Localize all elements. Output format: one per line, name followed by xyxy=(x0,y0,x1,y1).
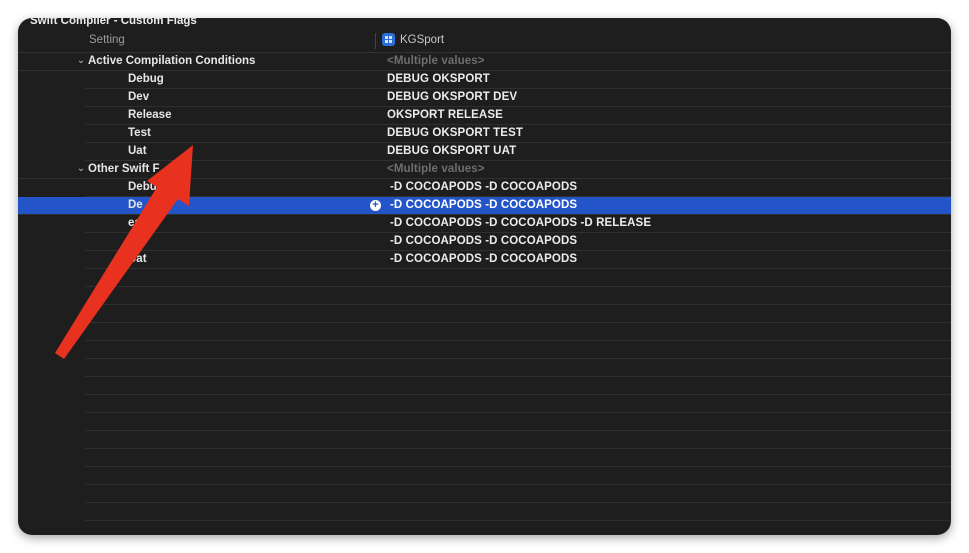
build-settings-window: Swift Compiler - Custom Flags Setting KG… xyxy=(18,18,951,535)
row-value[interactable]: -D COCOAPODS -D COCOAPODS xyxy=(390,199,577,211)
table-row-test[interactable]: Test DEBUG OKSPORT TEST xyxy=(85,125,951,143)
group-title: Active Compilation Conditions xyxy=(88,55,256,67)
row-value[interactable]: DEBUG OKSPORT UAT xyxy=(387,145,516,157)
row-label: ease xyxy=(128,217,154,229)
row-label: est xyxy=(128,235,145,247)
column-header: Setting KGSport xyxy=(18,30,951,53)
table-row-dev[interactable]: Dev DEBUG OKSPORT DEV xyxy=(85,89,951,107)
empty-row xyxy=(85,485,951,503)
section-title: Swift Compiler - Custom Flags xyxy=(30,18,197,27)
table-row-release-flags[interactable]: ease -D COCOAPODS -D COCOAPODS -D RELEAS… xyxy=(85,215,951,233)
row-label: Release xyxy=(128,109,172,121)
table-row-dev-flags-selected[interactable]: De + -D COCOAPODS -D COCOAPODS xyxy=(18,197,951,215)
empty-row xyxy=(85,467,951,485)
table-row-release[interactable]: Release OKSPORT RELEASE xyxy=(85,107,951,125)
table-row-uat-flags[interactable]: Uat -D COCOAPODS -D COCOAPODS xyxy=(85,251,951,269)
group-title: Other Swift F xyxy=(88,163,160,175)
table-row-debug-flags[interactable]: Debu -D COCOAPODS -D COCOAPODS xyxy=(85,179,951,197)
empty-row xyxy=(85,359,951,377)
row-label: Dev xyxy=(128,91,150,103)
group-value[interactable]: <Multiple values> xyxy=(387,55,485,67)
row-value[interactable]: DEBUG OKSPORT xyxy=(387,73,490,85)
column-divider[interactable] xyxy=(375,33,376,49)
group-value[interactable]: <Multiple values> xyxy=(387,163,485,175)
plus-circle-icon[interactable]: + xyxy=(370,200,381,211)
empty-row xyxy=(85,503,951,521)
target-column-header[interactable]: KGSport xyxy=(400,34,444,46)
table-row-uat[interactable]: Uat DEBUG OKSPORT UAT xyxy=(85,143,951,161)
group-row-other-swift-flags[interactable]: ⌄ Other Swift F <Multiple values> xyxy=(18,161,951,179)
row-value[interactable]: -D COCOAPODS -D COCOAPODS xyxy=(390,235,577,247)
empty-row xyxy=(85,413,951,431)
row-value[interactable]: DEBUG OKSPORT TEST xyxy=(387,127,523,139)
empty-row xyxy=(85,449,951,467)
settings-table: ⌄ Active Compilation Conditions <Multipl… xyxy=(18,53,951,521)
group-row-active-compilation-conditions[interactable]: ⌄ Active Compilation Conditions <Multipl… xyxy=(18,53,951,71)
table-row-debug[interactable]: Debug DEBUG OKSPORT xyxy=(85,71,951,89)
empty-row xyxy=(85,323,951,341)
row-value[interactable]: -D COCOAPODS -D COCOAPODS xyxy=(390,253,577,265)
row-value[interactable]: -D COCOAPODS -D COCOAPODS -D RELEASE xyxy=(390,217,651,229)
empty-row xyxy=(85,269,951,287)
chevron-down-icon[interactable]: ⌄ xyxy=(76,54,86,68)
row-label: Debu xyxy=(128,181,157,193)
chevron-down-icon[interactable]: ⌄ xyxy=(76,162,86,176)
empty-row xyxy=(85,395,951,413)
app-target-icon xyxy=(382,33,395,46)
setting-column-header[interactable]: Setting xyxy=(89,34,125,46)
empty-row xyxy=(85,341,951,359)
empty-row xyxy=(85,305,951,323)
row-label: Uat xyxy=(128,253,147,265)
row-label: Debug xyxy=(128,73,164,85)
row-value[interactable]: DEBUG OKSPORT DEV xyxy=(387,91,517,103)
row-value[interactable]: OKSPORT RELEASE xyxy=(387,109,503,121)
table-row-test-flags[interactable]: est -D COCOAPODS -D COCOAPODS xyxy=(85,233,951,251)
row-value[interactable]: -D COCOAPODS -D COCOAPODS xyxy=(390,181,577,193)
row-label: Uat xyxy=(128,145,147,157)
row-label: De xyxy=(128,199,143,211)
empty-row xyxy=(85,431,951,449)
empty-row xyxy=(85,287,951,305)
empty-row xyxy=(85,377,951,395)
row-label: Test xyxy=(128,127,151,139)
